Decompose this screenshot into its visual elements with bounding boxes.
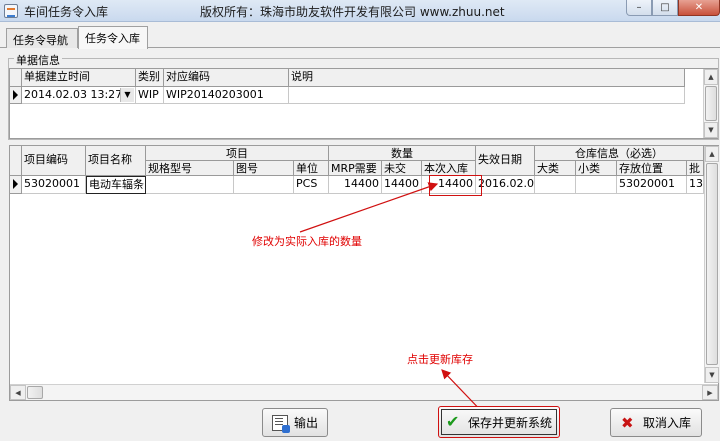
scroll-thumb[interactable]: [27, 386, 43, 399]
close-button[interactable]: ✕: [678, 0, 720, 16]
col-header-not-delivered[interactable]: 未交: [382, 161, 422, 176]
col-header-item-name[interactable]: 项目名称: [86, 146, 146, 176]
col-header-unit[interactable]: 单位: [294, 161, 329, 176]
chevron-down-icon[interactable]: ▼: [120, 88, 134, 102]
cell-batch[interactable]: 13: [687, 176, 704, 194]
col-header-major-class[interactable]: 大类: [535, 161, 576, 176]
save-update-button[interactable]: ✔ 保存并更新系统: [438, 406, 560, 438]
minimize-button[interactable]: –: [626, 0, 652, 16]
export-button-label: 输出: [293, 416, 318, 430]
doc-info-grid: 单据建立时间 类别 对应编码 说明 2014.02.03 13:27:0 ▼ W…: [9, 68, 718, 139]
title-bar: 车间任务令入库 版权所有：珠海市助友软件开发有限公司 www.zhuu.net …: [0, 0, 720, 22]
maximize-button[interactable]: □: [652, 0, 678, 16]
current-row-icon: [13, 90, 18, 100]
row-indicator[interactable]: [10, 87, 22, 104]
window-title: 车间任务令入库: [24, 5, 109, 19]
scroll-up-icon[interactable]: ▲: [704, 69, 718, 85]
cancel-receipt-button[interactable]: ✖ 取消入库: [610, 408, 702, 437]
col-header-item-code[interactable]: 项目编码: [22, 146, 86, 176]
cell-item-name[interactable]: 电动车辐条: [86, 176, 146, 194]
app-icon: [4, 4, 18, 18]
group-header-quantity: 数量: [329, 146, 476, 161]
col-header-minor-class[interactable]: 小类: [576, 161, 617, 176]
export-button[interactable]: 输出: [262, 408, 328, 437]
cell-expiry-date[interactable]: 2016.02.03: [476, 176, 535, 194]
cell-unit[interactable]: PCS: [294, 176, 329, 194]
col-header-category[interactable]: 类别: [136, 69, 164, 87]
scroll-left-icon[interactable]: ◀: [10, 385, 26, 400]
annotation-edit-hint: 修改为实际入库的数量: [252, 235, 362, 248]
doc-created-combo[interactable]: 2014.02.03 13:27:0 ▼: [22, 87, 136, 104]
col-header-batch[interactable]: 批: [687, 161, 704, 176]
doc-note-cell[interactable]: [289, 87, 685, 104]
scroll-thumb[interactable]: [705, 86, 717, 121]
tab-task-navigation[interactable]: 任务令导航: [6, 28, 78, 48]
cell-drawing-no[interactable]: [234, 176, 294, 194]
cell-major-class[interactable]: [535, 176, 576, 194]
items-grid: 项目编码 项目名称 项目 规格型号 图号 单位 数量 MRP需要 未交 本次入库…: [9, 145, 719, 401]
doc-code-cell[interactable]: WIP20140203001: [164, 87, 289, 104]
col-header-this-receipt[interactable]: 本次入库: [422, 161, 476, 176]
export-icon: [271, 414, 290, 433]
copyright-text: 版权所有：珠海市助友软件开发有限公司 www.zhuu.net: [200, 5, 505, 19]
scroll-right-icon[interactable]: ▶: [702, 385, 718, 400]
group-header-project: 项目: [146, 146, 329, 161]
doc-created-value: 2014.02.03 13:27:0: [24, 88, 133, 101]
cell-item-code[interactable]: 53020001: [22, 176, 86, 194]
cell-location[interactable]: 53020001: [617, 176, 687, 194]
col-header-drawing-no[interactable]: 图号: [234, 161, 294, 176]
col-header-location[interactable]: 存放位置: [617, 161, 687, 176]
items-grid-vertical-scrollbar[interactable]: ▲ ▼: [704, 146, 719, 383]
items-grid-corner: [10, 146, 22, 176]
row-indicator[interactable]: [10, 176, 22, 194]
cancel-x-icon: ✖: [620, 413, 634, 432]
cell-mrp-need[interactable]: 14400: [329, 176, 382, 194]
items-grid-horizontal-scrollbar[interactable]: ◀ ▶: [10, 384, 718, 400]
cancel-receipt-button-label: 取消入库: [642, 416, 691, 430]
col-header-mrp-need[interactable]: MRP需要: [329, 161, 382, 176]
cell-spec[interactable]: [146, 176, 234, 194]
doc-grid-corner: [10, 69, 22, 87]
maximize-icon: □: [660, 2, 670, 13]
scroll-up-icon[interactable]: ▲: [705, 146, 719, 162]
col-header-created[interactable]: 单据建立时间: [22, 69, 136, 87]
tab-task-receipt[interactable]: 任务令入库: [78, 26, 148, 49]
tab-strip: 任务令导航 任务令入库: [0, 26, 720, 49]
cell-not-delivered[interactable]: 14400: [382, 176, 422, 194]
save-update-button-label: 保存并更新系统: [467, 415, 552, 430]
doc-info-group-label: 单据信息: [14, 52, 62, 68]
scroll-down-icon[interactable]: ▼: [704, 122, 718, 138]
close-icon: ✕: [694, 2, 704, 13]
col-header-code[interactable]: 对应编码: [164, 69, 289, 87]
col-header-note[interactable]: 说明: [289, 69, 685, 87]
group-header-warehouse: 仓库信息（必选）: [535, 146, 704, 161]
annotation-click-hint: 点击更新库存: [407, 353, 473, 366]
cell-minor-class[interactable]: [576, 176, 617, 194]
scroll-thumb[interactable]: [706, 163, 718, 365]
current-row-icon: [13, 179, 18, 189]
doc-grid-vertical-scrollbar[interactable]: ▲ ▼: [703, 69, 718, 138]
scroll-down-icon[interactable]: ▼: [705, 367, 719, 383]
annotation-highlight-box: [429, 175, 482, 196]
col-header-expiry-date[interactable]: 失效日期: [476, 146, 535, 176]
doc-category-cell[interactable]: WIP: [136, 87, 164, 104]
col-header-spec[interactable]: 规格型号: [146, 161, 234, 176]
minimize-icon: –: [636, 2, 642, 13]
checkmark-icon: ✔: [445, 412, 460, 431]
